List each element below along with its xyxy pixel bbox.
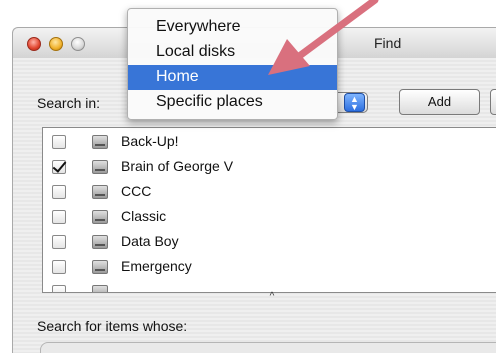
locations-list[interactable]: Back-Up! Brain of George V CCC Classic D… <box>42 127 496 293</box>
list-item-label: Back-Up! <box>121 133 179 149</box>
search-in-menu[interactable]: Everywhere Local disks Home Specific pla… <box>127 8 338 120</box>
list-item[interactable]: Brain of George V <box>43 155 496 180</box>
minimize-button[interactable] <box>49 37 63 51</box>
window-title: Find <box>374 35 402 51</box>
list-item[interactable]: Data Boy <box>43 230 496 255</box>
hard-disk-icon <box>92 185 108 199</box>
list-item-label: Brain of George V <box>121 158 234 174</box>
checkbox[interactable] <box>52 135 66 149</box>
list-item-label: Data Boy <box>121 233 179 249</box>
checkbox[interactable] <box>52 185 66 199</box>
zoom-button[interactable] <box>71 37 85 51</box>
remove-button[interactable] <box>490 89 496 115</box>
list-item-label: Emergency <box>121 258 192 274</box>
list-item[interactable]: CCC <box>43 180 496 205</box>
menu-item-home[interactable]: Home <box>128 65 337 90</box>
hard-disk-icon <box>92 160 108 174</box>
menu-item-everywhere[interactable]: Everywhere <box>128 15 337 40</box>
checkbox[interactable] <box>52 260 66 274</box>
checkbox[interactable] <box>52 210 66 224</box>
search-in-label: Search in: <box>37 95 101 111</box>
menu-item-specific-places[interactable]: Specific places <box>128 90 337 115</box>
list-item-label: Classic <box>121 208 167 224</box>
list-item-label: CCC <box>121 183 152 199</box>
checkbox[interactable] <box>52 160 66 174</box>
list-item[interactable]: Back-Up! <box>43 130 496 155</box>
hard-disk-icon <box>92 135 108 149</box>
hard-disk-icon <box>92 260 108 274</box>
scroll-up-icon[interactable]: ^ <box>42 290 496 304</box>
menu-item-local-disks[interactable]: Local disks <box>128 40 337 65</box>
list-item[interactable]: Emergency <box>43 255 496 280</box>
hard-disk-icon <box>92 235 108 249</box>
find-window: Find Search in: ▲ ▼ Add Back-Up! Brain of… <box>0 0 496 353</box>
checkbox[interactable] <box>52 235 66 249</box>
hard-disk-icon <box>92 210 108 224</box>
close-button[interactable] <box>27 37 41 51</box>
criteria-label: Search for items whose: <box>37 318 188 334</box>
popup-arrows-icon[interactable]: ▲ ▼ <box>344 93 365 112</box>
add-button[interactable]: Add <box>399 89 480 115</box>
criteria-box <box>40 342 496 353</box>
list-item[interactable]: Classic <box>43 205 496 230</box>
